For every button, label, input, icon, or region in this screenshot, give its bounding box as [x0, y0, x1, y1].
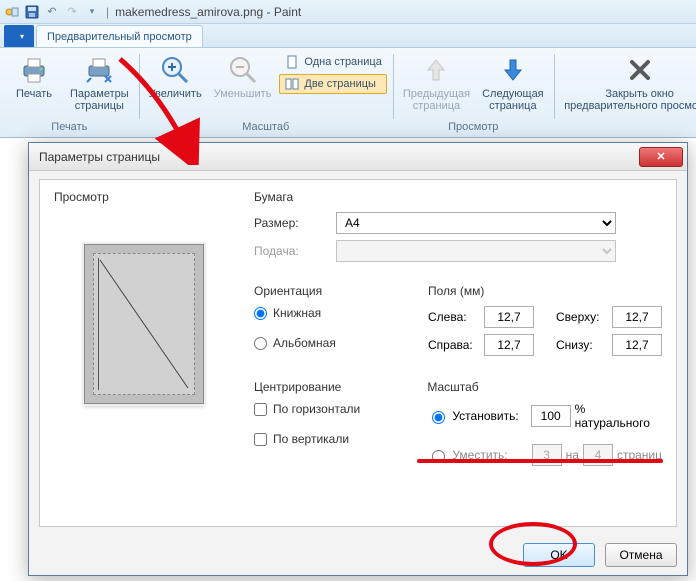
close-preview-label: Закрыть окно предварительного просмотра	[564, 88, 696, 112]
quick-access-toolbar: ↶ ↷ ▾	[4, 4, 100, 20]
portrait-label: Книжная	[273, 306, 321, 320]
margins-label: Поля (мм)	[428, 284, 662, 298]
center-horiz[interactable]: По горизонтали	[254, 402, 397, 416]
undo-icon[interactable]: ↶	[44, 4, 60, 20]
document-name: makemedress_amirova.png	[115, 5, 263, 19]
close-icon	[624, 54, 656, 86]
app-name: Paint	[274, 5, 301, 19]
margin-right-input[interactable]	[484, 334, 534, 356]
paper-label: Бумага	[254, 190, 662, 204]
ribbon-group-zoom: Увеличить Уменьшить Одна страница Две ст…	[139, 48, 393, 137]
ok-button[interactable]: OK	[523, 543, 595, 567]
center-vert[interactable]: По вертикали	[254, 432, 397, 446]
page-setup-button[interactable]: Параметры страницы	[66, 52, 133, 114]
margin-left-label: Слева:	[428, 310, 478, 324]
landscape-radio[interactable]	[254, 337, 267, 350]
landscape-label: Альбомная	[273, 336, 336, 350]
file-tab[interactable]	[4, 25, 34, 47]
orientation-portrait[interactable]: Книжная	[254, 306, 398, 320]
one-page-icon	[284, 54, 300, 70]
page-setup-dialog: Параметры страницы ✕ Просмотр Бумага Раз…	[28, 142, 688, 576]
scale-adjust-label: Установить:	[452, 409, 518, 423]
group-label-close	[560, 121, 696, 135]
prev-page-button[interactable]: Предыдущая страница	[399, 52, 474, 114]
page-setup-icon	[83, 54, 115, 86]
next-page-label: Следующая страница	[482, 88, 544, 112]
tab-print-preview[interactable]: Предварительный просмотр	[36, 25, 203, 47]
scale-adjust-input[interactable]	[531, 405, 571, 427]
zoom-out-button[interactable]: Уменьшить	[210, 52, 276, 102]
group-label-zoom: Масштаб	[145, 121, 387, 135]
source-label: Подача:	[254, 244, 328, 258]
ribbon-group-view: Предыдущая страница Следующая страница П…	[393, 48, 554, 137]
margin-bottom-label: Снизу:	[556, 338, 606, 352]
app-name-sep: -	[263, 5, 274, 19]
app-icon	[4, 4, 20, 20]
zoom-in-icon	[159, 54, 191, 86]
close-preview-button[interactable]: Закрыть окно предварительного просмотра	[560, 52, 696, 114]
zoom-in-label: Увеличить	[149, 88, 202, 100]
print-label: Печать	[16, 88, 52, 100]
paper-source-select	[336, 240, 616, 262]
print-button[interactable]: Печать	[6, 52, 62, 102]
zoom-in-button[interactable]: Увеличить	[145, 52, 206, 102]
dialog-titlebar[interactable]: Параметры страницы ✕	[29, 143, 687, 171]
page-setup-label: Параметры страницы	[70, 88, 129, 112]
window-titlebar: ↶ ↷ ▾ | makemedress_amirova.png - Paint	[0, 0, 696, 24]
paper-section: Бумага Размер: A4 Подача:	[254, 190, 662, 268]
ribbon-group-print: Печать Параметры страницы Печать	[0, 48, 139, 137]
center-horiz-checkbox[interactable]	[254, 403, 267, 416]
redo-icon[interactable]: ↷	[64, 4, 80, 20]
center-vert-checkbox[interactable]	[254, 433, 267, 446]
group-label-view: Просмотр	[399, 121, 548, 135]
arrow-up-icon	[420, 54, 452, 86]
dialog-close-button[interactable]: ✕	[639, 147, 683, 167]
paper-size-select[interactable]: A4	[336, 212, 616, 234]
scale-adjust-suffix: % натурального	[575, 402, 662, 430]
dialog-title: Параметры страницы	[39, 150, 160, 164]
margin-right-label: Справа:	[428, 338, 478, 352]
margin-top-input[interactable]	[612, 306, 662, 328]
ribbon: Печать Параметры страницы Печать Увеличи…	[0, 48, 696, 138]
centering-label: Центрирование	[254, 380, 397, 394]
page-preview	[84, 244, 204, 404]
qat-dropdown-icon[interactable]: ▾	[84, 4, 100, 20]
size-label: Размер:	[254, 216, 328, 230]
two-pages-icon	[284, 76, 300, 92]
dialog-body: Просмотр Бумага Размер: A4	[39, 179, 677, 527]
two-pages-button[interactable]: Две страницы	[279, 74, 386, 94]
one-page-button[interactable]: Одна страница	[279, 52, 386, 72]
orientation-landscape[interactable]: Альбомная	[254, 336, 398, 350]
save-icon[interactable]	[24, 4, 40, 20]
zoom-out-icon	[227, 54, 259, 86]
center-horiz-label: По горизонтали	[273, 402, 360, 416]
group-label-print: Печать	[6, 121, 133, 135]
next-page-button[interactable]: Следующая страница	[478, 52, 548, 114]
title-separator: |	[106, 5, 109, 19]
scale-adjust-radio[interactable]	[432, 411, 445, 424]
ribbon-tabs: Предварительный просмотр	[0, 24, 696, 48]
annotation-underline	[417, 459, 663, 463]
margin-bottom-input[interactable]	[612, 334, 662, 356]
orientation-label: Ориентация	[254, 284, 398, 298]
arrow-down-icon	[497, 54, 529, 86]
portrait-radio[interactable]	[254, 307, 267, 320]
preview-section-label: Просмотр	[54, 190, 234, 204]
dialog-footer: OK Отмена	[39, 543, 677, 567]
one-page-label: Одна страница	[304, 56, 381, 68]
center-vert-label: По вертикали	[273, 432, 349, 446]
margin-left-input[interactable]	[484, 306, 534, 328]
cancel-button[interactable]: Отмена	[605, 543, 677, 567]
printer-icon	[18, 54, 50, 86]
prev-page-label: Предыдущая страница	[403, 88, 470, 112]
scaling-label: Масштаб	[427, 380, 662, 394]
margin-top-label: Сверху:	[556, 310, 606, 324]
ribbon-group-close: Закрыть окно предварительного просмотра	[554, 48, 696, 137]
zoom-out-label: Уменьшить	[214, 88, 272, 100]
two-pages-label: Две страницы	[304, 78, 376, 90]
